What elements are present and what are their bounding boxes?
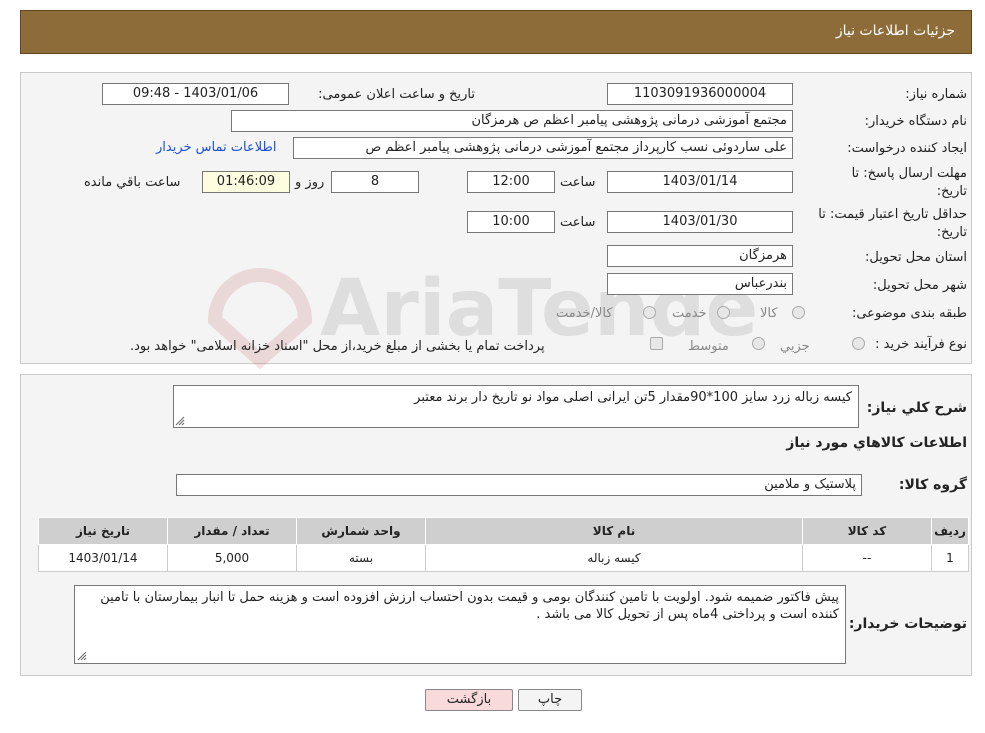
col-row-header: رديف: [931, 517, 969, 545]
group-label: گروه کالا:: [898, 477, 967, 493]
description-field: کیسه زباله زرد سایز 100*90مقدار 5تن ایرا…: [173, 385, 859, 428]
buyer-contact-link[interactable]: اطلاعات تماس خریدار: [156, 140, 276, 155]
days-field: 8: [331, 171, 419, 193]
description-text: کیسه زباله زرد سایز 100*90مقدار 5تن ایرا…: [414, 390, 852, 405]
deadline-time-label: ساعت: [560, 175, 596, 190]
cell-unit: بسته: [296, 544, 426, 572]
category-option-service: خدمت: [672, 306, 707, 321]
validity-time-field: 10:00: [467, 211, 555, 233]
validity-date-field: 1403/01/30: [607, 211, 793, 233]
deadline-label: مهلت ارسال پاسخ: تا: [851, 166, 967, 181]
back-button[interactable]: بازگشت: [425, 689, 513, 711]
remaining-time-field: 01:46:09: [202, 171, 290, 193]
col-unit-header: واحد شمارش: [296, 517, 426, 545]
cell-code: --: [802, 544, 932, 572]
page-title: جزئیات اطلاعات نیاز: [835, 23, 955, 39]
cell-name: کیسه زباله: [425, 544, 803, 572]
col-date-header: تاریخ نیاز: [38, 517, 168, 545]
category-option-goods: کالا: [760, 306, 778, 321]
page-header: جزئیات اطلاعات نیاز: [20, 10, 972, 54]
col-name-header: نام کالا: [425, 517, 803, 545]
announce-field: 1403/01/06 - 09:48: [102, 83, 289, 105]
col-qty-header: تعداد / مقدار: [167, 517, 297, 545]
province-label: استان محل تحویل:: [865, 250, 967, 265]
validity-time-label: ساعت: [560, 215, 596, 230]
days-label: روز و: [295, 175, 325, 190]
items-table-wrapper: رديف کد کالا نام کالا واحد شمارش تعداد /…: [38, 517, 969, 572]
process-note: پرداخت تمام یا بخشی از مبلغ خرید،از محل …: [130, 339, 545, 354]
deadline-date-field: 1403/01/14: [607, 171, 793, 193]
buyer-label: نام دستگاه خریدار:: [864, 114, 967, 129]
category-radio-service[interactable]: [717, 306, 730, 319]
table-row: 1 -- کیسه زباله بسته 5,000 1403/01/14: [38, 544, 969, 572]
remaining-label: ساعت باقي مانده: [84, 175, 181, 190]
group-field: پلاستیک و ملامین: [176, 474, 862, 496]
deadline-label-2: تاریخ:: [936, 184, 967, 199]
buyer-notes-text: پیش فاکتور ضمیمه شود. اولویت با تامین کن…: [100, 590, 839, 622]
deadline-time-field: 12:00: [467, 171, 555, 193]
resize-grip-icon[interactable]: [175, 416, 185, 426]
category-radio-goods[interactable]: [792, 306, 805, 319]
buyer-notes-label: توضیحات خریدار:: [848, 616, 967, 632]
category-radio-goods-service[interactable]: [643, 306, 656, 319]
city-field: بندرعباس: [607, 273, 793, 295]
process-option-minor: جزیي: [780, 339, 810, 354]
province-field: هرمزگان: [607, 245, 793, 267]
buyer-notes-field: پیش فاکتور ضمیمه شود. اولویت با تامین کن…: [74, 585, 846, 664]
need-number-label: شماره نیاز:: [905, 87, 967, 102]
buyer-field: مجتمع آموزشی درمانی پژوهشی پیامبر اعظم ص…: [231, 110, 793, 132]
process-option-medium: متوسط: [688, 339, 729, 354]
table-header-row: رديف کد کالا نام کالا واحد شمارش تعداد /…: [38, 517, 969, 545]
need-number-field: 1103091936000004: [607, 83, 793, 105]
category-option-goods-service: کالا/خدمت: [556, 306, 613, 321]
creator-field: علی ساردوئی نسب کارپرداز مجتمع آموزشی در…: [293, 137, 793, 159]
process-label: نوع فرآیند خرید :: [875, 337, 967, 352]
goods-info-title: اطلاعات کالاهاي مورد نياز: [786, 435, 967, 451]
process-radio-medium[interactable]: [752, 337, 765, 350]
col-code-header: کد کالا: [802, 517, 932, 545]
validity-label-2: تاریخ:: [936, 225, 967, 240]
cell-date: 1403/01/14: [38, 544, 168, 572]
description-label: شرح کلي نياز:: [866, 400, 967, 416]
cell-qty: 5,000: [167, 544, 297, 572]
announce-label: تاریخ و ساعت اعلان عمومی:: [318, 87, 475, 102]
treasury-checkbox[interactable]: [650, 337, 663, 350]
validity-label: حداقل تاریخ اعتبار قیمت: تا: [818, 207, 967, 222]
items-table: رديف کد کالا نام کالا واحد شمارش تعداد /…: [38, 517, 969, 572]
cell-row: 1: [931, 544, 969, 572]
print-button[interactable]: چاپ: [518, 689, 582, 711]
category-label: طبقه بندی موضوعی:: [851, 306, 967, 321]
process-radio-minor[interactable]: [852, 337, 865, 350]
creator-label: ایجاد کننده درخواست:: [847, 141, 967, 156]
resize-grip-icon[interactable]: [77, 651, 87, 661]
city-label: شهر محل تحویل:: [872, 278, 967, 293]
